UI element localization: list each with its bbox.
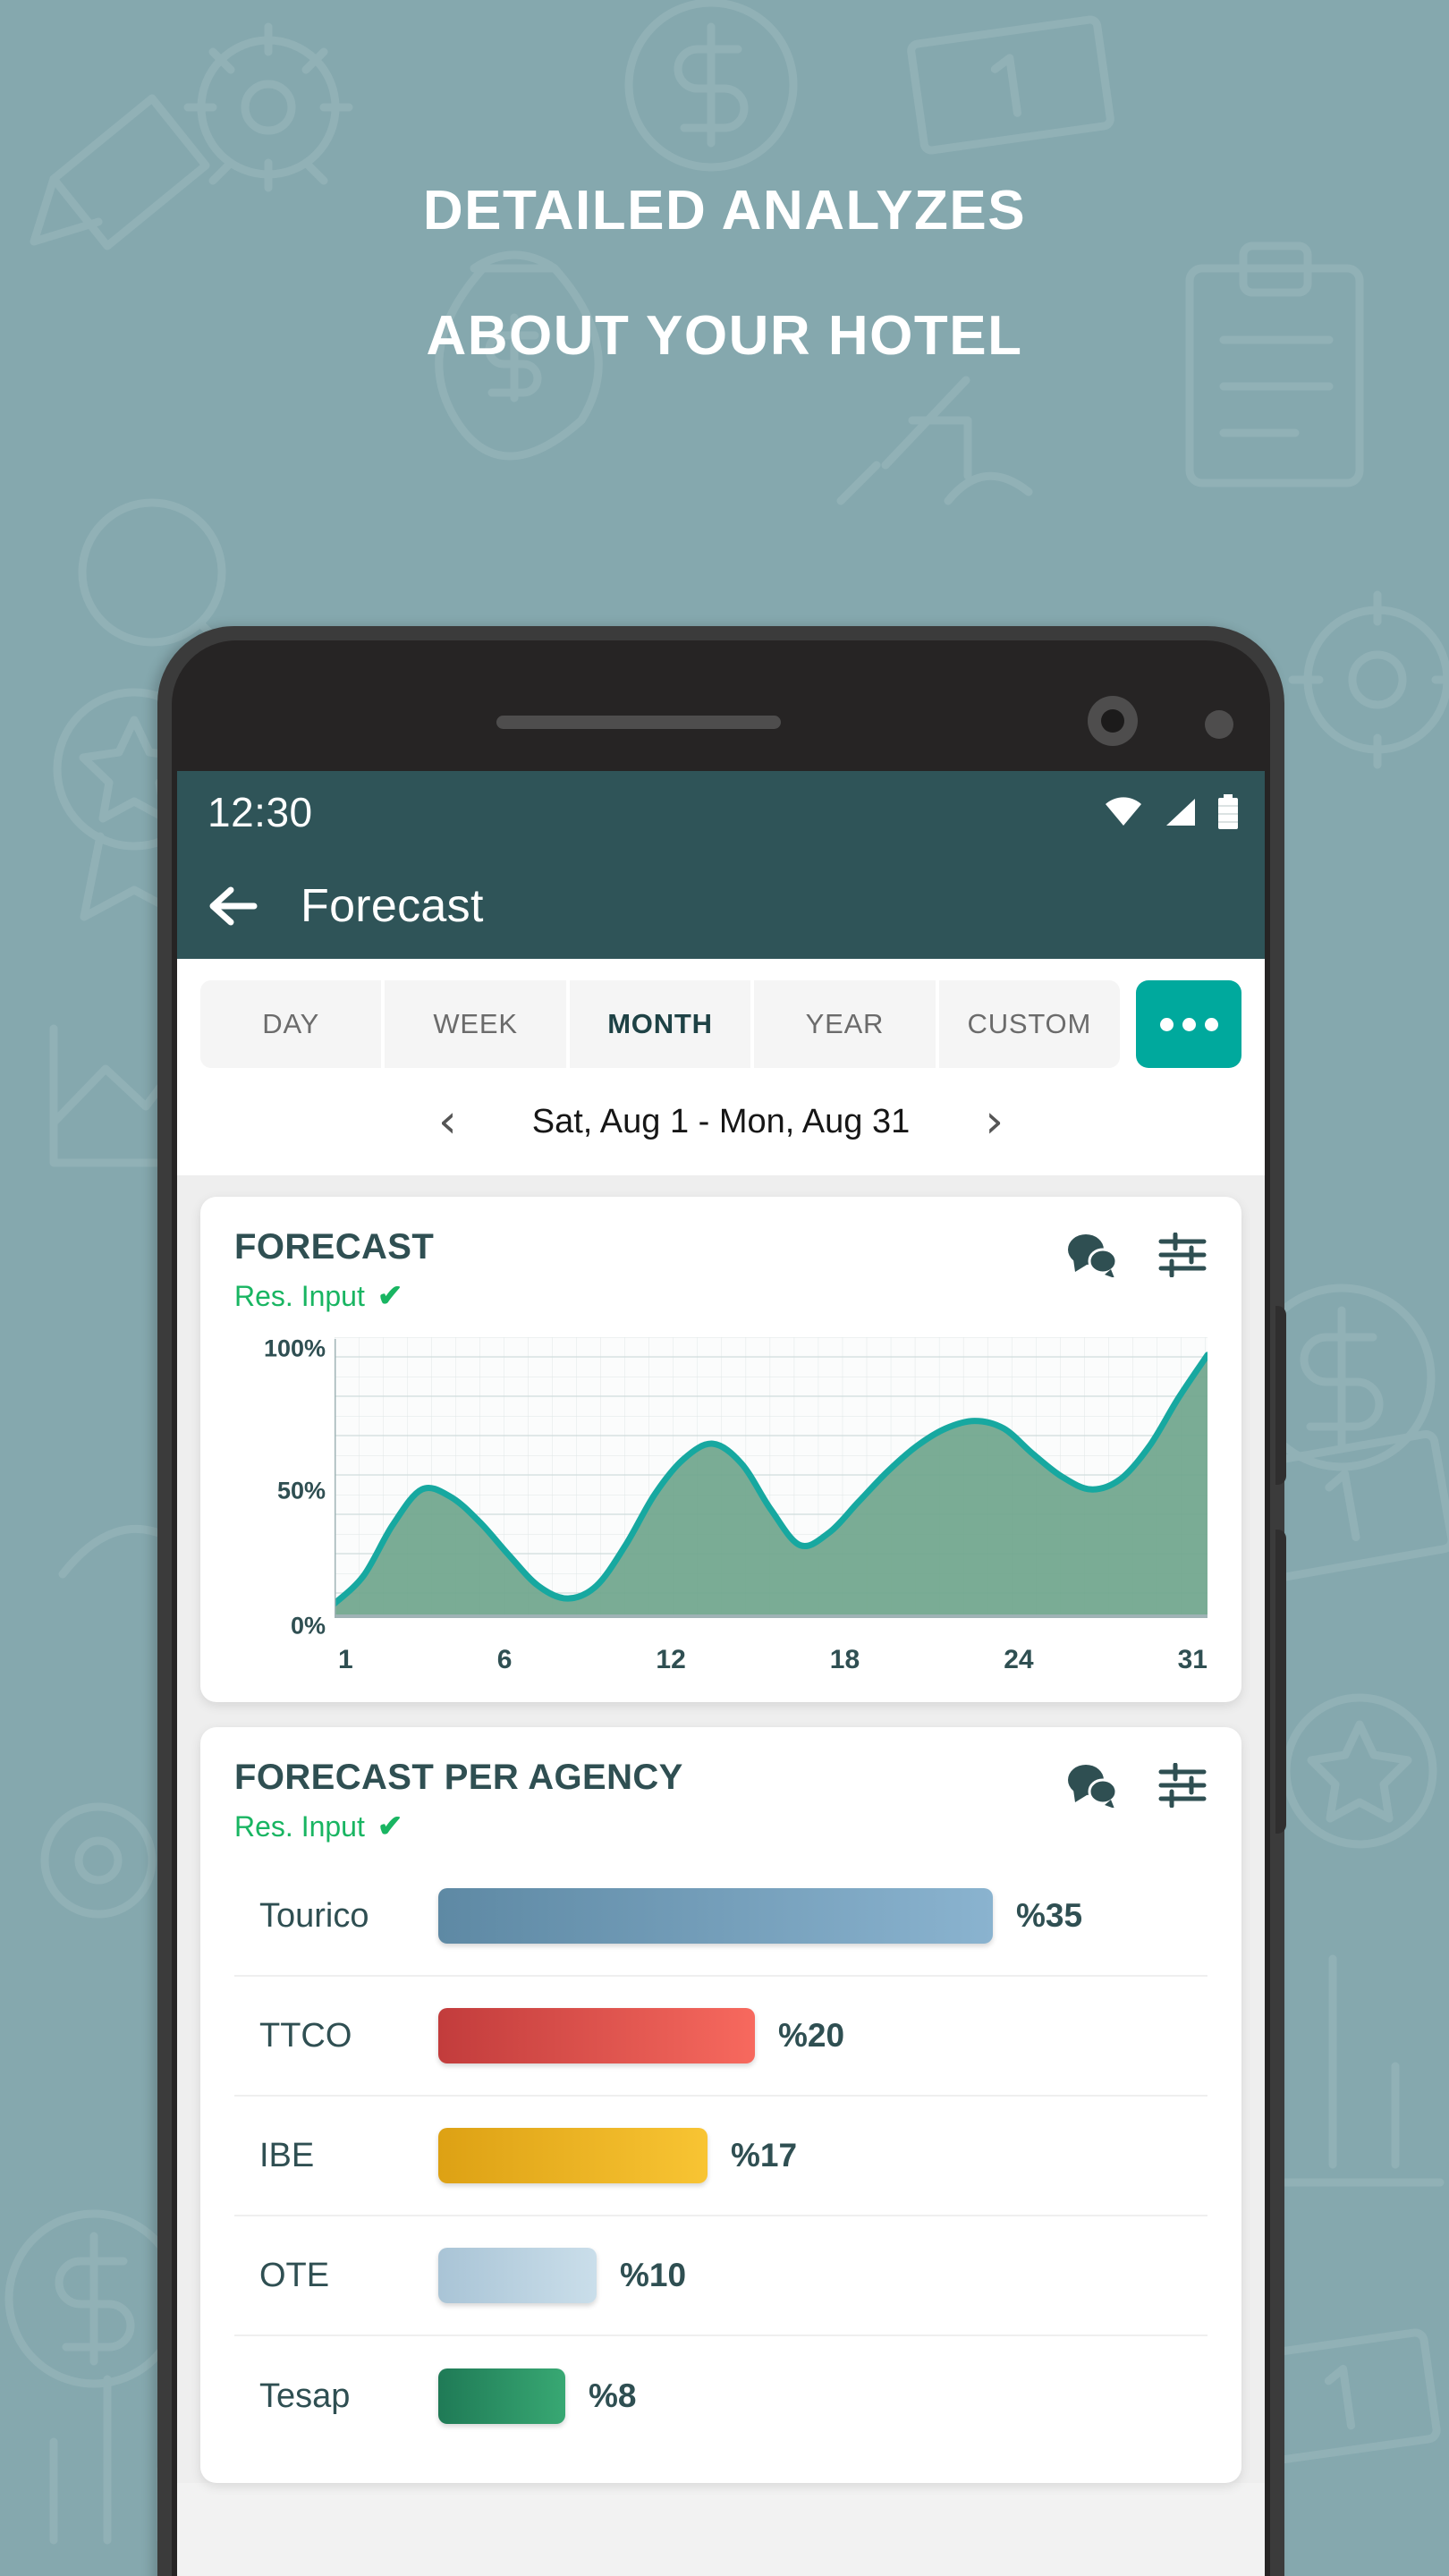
period-tab-row: DAY WEEK MONTH YEAR CUSTOM — [200, 980, 1242, 1068]
filter-sliders-icon[interactable] — [1157, 1233, 1208, 1277]
more-horizontal-icon — [1204, 1017, 1218, 1031]
x-tick-6: 6 — [496, 1645, 513, 1674]
comment-bubbles-icon[interactable] — [1064, 1763, 1120, 1808]
agency-bar — [438, 2008, 755, 2063]
x-tick-24: 24 — [1004, 1645, 1034, 1674]
agency-row[interactable]: TTCO %20 — [234, 1977, 1208, 2097]
agency-percentage: %35 — [1016, 1897, 1083, 1934]
phone-volume-button — [1275, 1306, 1286, 1485]
content-scroll-area[interactable]: FORECAST Res. Input ✔ 100% 50% 0% 1 6 12… — [177, 1175, 1265, 2483]
comment-bubbles-icon[interactable] — [1064, 1233, 1120, 1277]
agency-bar-holder: %8 — [438, 2368, 1208, 2424]
x-tick-1: 1 — [338, 1645, 353, 1674]
status-bar-time: 12:30 — [208, 789, 313, 835]
forecast-card-header: FORECAST Res. Input ✔ — [234, 1227, 1208, 1314]
headline-line-2: ABOUT YOUR HOTEL — [426, 305, 1023, 367]
agency-bar-list: Tourico %35 TTCO %20 IBE %17 OTE %10 Tesap %8 — [234, 1857, 1208, 2456]
agency-row[interactable]: OTE %10 — [234, 2216, 1208, 2336]
agency-bar — [438, 2368, 565, 2424]
x-tick-12: 12 — [656, 1645, 686, 1674]
agency-name: Tesap — [259, 2377, 351, 2415]
earpiece-speaker — [496, 716, 781, 729]
phone-screen: 12:30 Forecast DAY WEEK MONTH YEAR CUSTO… — [177, 771, 1265, 2576]
status-bar: 12:30 — [177, 771, 1265, 853]
agency-bar — [438, 2248, 597, 2303]
more-horizontal-icon — [1182, 1017, 1196, 1031]
phone-power-button — [1275, 1530, 1286, 1834]
tab-custom[interactable]: CUSTOM — [938, 980, 1121, 1068]
agency-name: IBE — [259, 2136, 315, 2174]
date-range-selector: ‹ Sat, Aug 1 - Mon, Aug 31 › — [200, 1068, 1241, 1175]
date-range-value: Sat, Aug 1 - Mon, Aug 31 — [531, 1102, 911, 1140]
agency-bar-holder: %10 — [438, 2248, 1208, 2303]
check-icon: ✔ — [377, 1279, 403, 1313]
agency-bar — [438, 1888, 993, 1944]
agency-bar-holder: %20 — [438, 2008, 1208, 2063]
chart-y-axis: 100% 50% 0% — [234, 1335, 335, 1640]
agency-bar-holder: %35 — [438, 1888, 1208, 1944]
agency-percentage: %8 — [589, 2377, 637, 2414]
x-tick-31: 31 — [1177, 1645, 1208, 1674]
headline-line-1: DETAILED ANALYZES — [422, 180, 1027, 242]
agency-card-header: FORECAST PER AGENCY Res. Input ✔ — [234, 1758, 1208, 1844]
res-input-label: Res. Input — [234, 1279, 365, 1312]
signal-icon — [1166, 799, 1195, 826]
tab-day[interactable]: DAY — [200, 980, 382, 1068]
back-arrow-icon[interactable] — [208, 885, 258, 928]
app-bar-title: Forecast — [301, 880, 484, 932]
x-tick-18: 18 — [829, 1645, 860, 1674]
agency-name: Tourico — [259, 1896, 369, 1935]
agency-percentage: %17 — [731, 2137, 798, 2174]
tab-year[interactable]: YEAR — [754, 980, 936, 1068]
check-icon: ✔ — [377, 1809, 403, 1843]
phone-mockup: 12:30 Forecast DAY WEEK MONTH YEAR CUSTO… — [157, 626, 1286, 2576]
tab-week[interactable]: WEEK — [385, 980, 566, 1068]
forecast-card-subtitle: Res. Input ✔ — [234, 1278, 1064, 1314]
battery-icon — [1218, 794, 1238, 829]
page-title: DETAILED ANALYZES ABOUT YOUR HOTEL — [0, 183, 1449, 364]
y-tick-50: 50% — [276, 1477, 326, 1504]
front-camera-icon — [1088, 696, 1138, 746]
forecast-chart: 100% 50% 0% — [234, 1335, 1211, 1640]
wifi-icon — [1106, 797, 1141, 826]
tab-month[interactable]: MONTH — [569, 980, 751, 1068]
agency-card-title: FORECAST PER AGENCY — [234, 1758, 683, 1797]
agency-percentage: %10 — [620, 2257, 687, 2293]
forecast-per-agency-card: FORECAST PER AGENCY Res. Input ✔ Tourico… — [200, 1727, 1241, 2483]
period-filter-panel: DAY WEEK MONTH YEAR CUSTOM ‹ Sat, Aug 1 … — [177, 959, 1265, 1175]
more-horizontal-icon — [1159, 1017, 1174, 1031]
more-options-button[interactable] — [1136, 980, 1242, 1068]
agency-name: TTCO — [259, 2016, 352, 2055]
y-tick-100: 100% — [263, 1335, 326, 1362]
forecast-card: FORECAST Res. Input ✔ 100% 50% 0% 1 6 12… — [200, 1197, 1241, 1702]
agency-bar-holder: %17 — [438, 2128, 1208, 2183]
agency-card-subtitle: Res. Input ✔ — [234, 1809, 1064, 1844]
app-bar: Forecast — [177, 853, 1265, 959]
proximity-sensor-icon — [1205, 710, 1233, 739]
res-input-label: Res. Input — [234, 1809, 365, 1843]
agency-name: OTE — [259, 2256, 330, 2294]
agency-row[interactable]: Tourico %35 — [234, 1857, 1208, 1977]
agency-row[interactable]: IBE %17 — [234, 2097, 1208, 2216]
chevron-left-icon[interactable]: ‹ — [433, 1098, 462, 1145]
filter-sliders-icon[interactable] — [1157, 1763, 1208, 1808]
y-tick-0: 0% — [290, 1612, 326, 1640]
forecast-area-chart — [331, 1337, 1211, 1618]
agency-percentage: %20 — [778, 2017, 845, 2054]
chart-x-axis: 1 6 12 18 24 31 — [335, 1632, 1208, 1675]
agency-bar — [438, 2128, 708, 2183]
chart-plot-area — [331, 1337, 1211, 1632]
agency-row[interactable]: Tesap %8 — [234, 2336, 1208, 2456]
chevron-right-icon[interactable]: › — [979, 1098, 1009, 1145]
forecast-card-title: FORECAST — [234, 1227, 435, 1267]
